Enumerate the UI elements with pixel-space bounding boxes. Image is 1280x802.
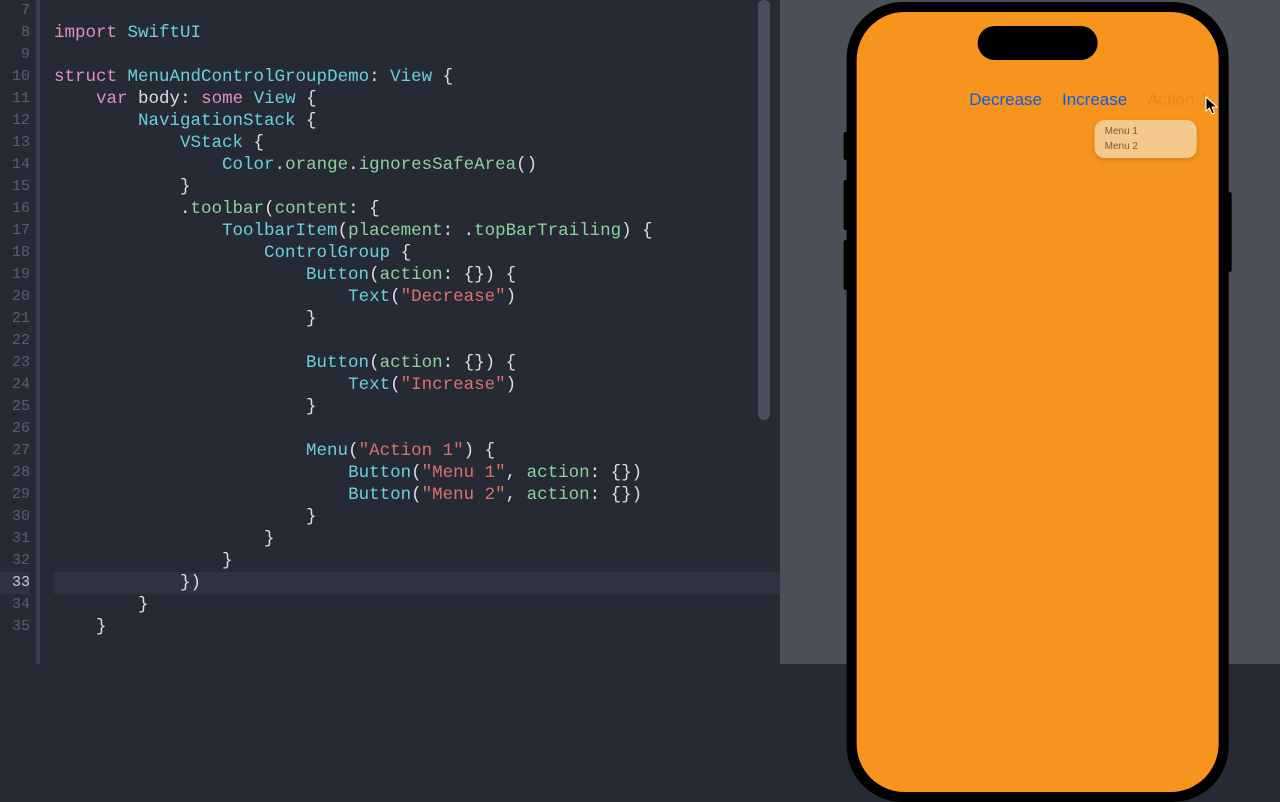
decrease-button[interactable]: Decrease xyxy=(969,90,1042,110)
phone-frame: Decrease Increase Action 1 Menu 1 Menu 2 xyxy=(847,2,1229,802)
code-line[interactable]: }) xyxy=(54,572,780,594)
code-line[interactable]: ToolbarItem(placement: .topBarTrailing) … xyxy=(54,220,780,242)
line-number: 7 xyxy=(0,0,30,22)
code-editor[interactable]: 7891011121314151617181920212223242526272… xyxy=(0,0,780,664)
code-line[interactable] xyxy=(54,0,780,22)
toolbar: Decrease Increase Action 1 xyxy=(969,90,1208,110)
line-number: 24 xyxy=(0,374,30,396)
code-line[interactable] xyxy=(54,44,780,66)
menu-item-1[interactable]: Menu 1 xyxy=(1095,124,1197,139)
code-line[interactable]: struct MenuAndControlGroupDemo: View { xyxy=(54,66,780,88)
line-number: 32 xyxy=(0,550,30,572)
line-number: 11 xyxy=(0,88,30,110)
line-number: 28 xyxy=(0,462,30,484)
phone-side-button xyxy=(844,132,848,160)
line-number: 17 xyxy=(0,220,30,242)
code-line[interactable]: import SwiftUI xyxy=(54,22,780,44)
line-number: 13 xyxy=(0,132,30,154)
code-line[interactable]: Text("Increase") xyxy=(54,374,780,396)
code-line[interactable]: ControlGroup { xyxy=(54,242,780,264)
line-number: 29 xyxy=(0,484,30,506)
code-line[interactable]: Button("Menu 1", action: {}) xyxy=(54,462,780,484)
line-number: 26 xyxy=(0,418,30,440)
line-number: 14 xyxy=(0,154,30,176)
phone-side-button xyxy=(844,240,848,290)
line-number: 16 xyxy=(0,198,30,220)
line-number: 19 xyxy=(0,264,30,286)
line-number: 35 xyxy=(0,616,30,638)
phone-side-button xyxy=(844,180,848,230)
line-number: 23 xyxy=(0,352,30,374)
line-number: 22 xyxy=(0,330,30,352)
code-line[interactable]: VStack { xyxy=(54,132,780,154)
line-number: 20 xyxy=(0,286,30,308)
code-line[interactable]: var body: some View { xyxy=(54,88,780,110)
line-number: 9 xyxy=(0,44,30,66)
line-number-gutter: 7891011121314151617181920212223242526272… xyxy=(0,0,36,664)
code-area[interactable]: import SwiftUI struct MenuAndControlGroup… xyxy=(36,0,780,664)
action1-menu-button[interactable]: Action 1 xyxy=(1147,90,1208,110)
line-number: 8 xyxy=(0,22,30,44)
phone-side-button xyxy=(1228,192,1232,272)
menu-popover: Menu 1 Menu 2 xyxy=(1095,120,1197,158)
code-line[interactable]: } xyxy=(54,616,780,638)
line-number: 31 xyxy=(0,528,30,550)
code-line[interactable]: } xyxy=(54,308,780,330)
code-line[interactable]: Menu("Action 1") { xyxy=(54,440,780,462)
line-number: 34 xyxy=(0,594,30,616)
code-line[interactable]: } xyxy=(54,528,780,550)
line-number: 33 xyxy=(0,572,30,594)
increase-button[interactable]: Increase xyxy=(1062,90,1127,110)
code-line[interactable]: } xyxy=(54,550,780,572)
line-number: 21 xyxy=(0,308,30,330)
code-line[interactable] xyxy=(54,418,780,440)
line-number: 30 xyxy=(0,506,30,528)
code-line[interactable]: .toolbar(content: { xyxy=(54,198,780,220)
line-number: 15 xyxy=(0,176,30,198)
code-line[interactable]: Button(action: {}) { xyxy=(54,352,780,374)
code-line[interactable]: } xyxy=(54,396,780,418)
line-number: 10 xyxy=(0,66,30,88)
code-line[interactable]: } xyxy=(54,176,780,198)
line-number: 18 xyxy=(0,242,30,264)
phone-screen[interactable]: Decrease Increase Action 1 Menu 1 Menu 2 xyxy=(857,12,1219,792)
code-line[interactable]: } xyxy=(54,506,780,528)
code-line[interactable]: Text("Decrease") xyxy=(54,286,780,308)
menu-item-2[interactable]: Menu 2 xyxy=(1095,139,1197,154)
code-line[interactable]: } xyxy=(54,594,780,616)
code-line[interactable]: Button("Menu 2", action: {}) xyxy=(54,484,780,506)
code-line[interactable]: Button(action: {}) { xyxy=(54,264,780,286)
code-line[interactable] xyxy=(54,330,780,352)
editor-scrollbar[interactable] xyxy=(758,0,770,420)
line-number: 25 xyxy=(0,396,30,418)
preview-pane: Decrease Increase Action 1 Menu 1 Menu 2 xyxy=(780,0,1280,664)
line-number: 12 xyxy=(0,110,30,132)
code-line[interactable]: Color.orange.ignoresSafeArea() xyxy=(54,154,780,176)
line-number: 27 xyxy=(0,440,30,462)
dynamic-island xyxy=(978,26,1098,60)
code-line[interactable]: NavigationStack { xyxy=(54,110,780,132)
